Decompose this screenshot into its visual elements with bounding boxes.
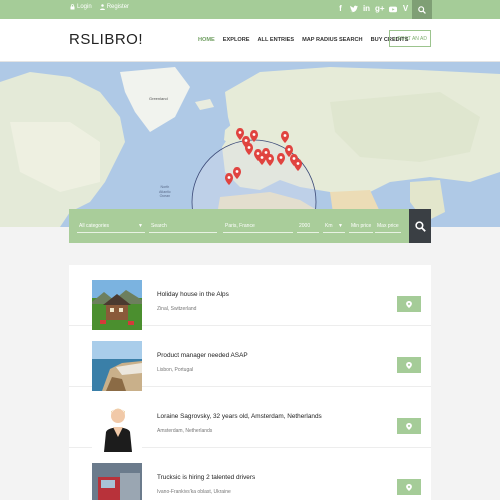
listing-thumbnail-coast[interactable] — [92, 341, 142, 391]
list-item[interactable]: Product manager needed ASAP Lisbon, Port… — [69, 326, 431, 391]
search-icon — [414, 220, 426, 232]
caret-down-icon: ▼ — [338, 223, 343, 229]
google-plus-icon[interactable]: g+ — [375, 3, 385, 15]
map-pin-icon — [406, 422, 412, 430]
max-price-input[interactable]: Max price — [375, 219, 401, 233]
social-links: f in g+ V — [336, 3, 410, 15]
map-pin-icon — [406, 300, 412, 308]
map-marker[interactable] — [294, 159, 302, 171]
list-item[interactable]: Holiday house in the Alps Zinal, Switzer… — [69, 265, 431, 330]
keyword-input[interactable]: Search — [149, 219, 217, 233]
show-on-map-button[interactable] — [397, 418, 421, 434]
listing-thumbnail-house[interactable] — [92, 280, 142, 330]
listing-title[interactable]: Product manager needed ASAP — [157, 352, 248, 359]
radius-input[interactable]: 2000 — [297, 219, 319, 233]
post-ad-button[interactable]: + POST AN AD — [389, 30, 431, 47]
map-marker[interactable] — [266, 154, 274, 166]
map-marker[interactable] — [233, 167, 241, 179]
nav-all-entries[interactable]: ALL ENTRIES — [258, 37, 295, 43]
site-header: RSLIBRO! HOME EXPLORE ALL ENTRIES MAP RA… — [0, 19, 500, 62]
listing-location: Zinal, Switzerland — [157, 306, 197, 312]
search-icon — [418, 5, 426, 14]
top-bar: Login Register f in g+ V — [0, 0, 500, 19]
unit-select[interactable]: Km ▼ — [323, 219, 345, 233]
lock-icon — [70, 4, 75, 10]
map-marker[interactable] — [258, 153, 266, 165]
login-link[interactable]: Login — [70, 4, 92, 10]
map-marker[interactable] — [245, 143, 253, 155]
youtube-icon[interactable] — [388, 3, 397, 15]
caret-down-icon: ▼ — [138, 223, 143, 229]
site-logo[interactable]: RSLIBRO! — [69, 31, 143, 48]
map-marker[interactable] — [250, 130, 258, 142]
min-price-input[interactable]: Min price — [349, 219, 373, 233]
search-submit-button[interactable] — [409, 209, 431, 243]
vimeo-icon[interactable]: V — [401, 3, 410, 15]
linkedin-icon[interactable]: in — [362, 3, 371, 15]
show-on-map-button[interactable] — [397, 296, 421, 312]
category-select[interactable]: All categories ▼ — [77, 219, 145, 233]
listing-title[interactable]: Holiday house in the Alps — [157, 291, 229, 298]
listing-location: Ivano-Frankivs'ka oblast, Ukraine — [157, 489, 231, 495]
nav-map-radius-search[interactable]: MAP RADIUS SEARCH — [302, 37, 363, 43]
user-icon — [99, 4, 105, 10]
listing-list: Holiday house in the Alps Zinal, Switzer… — [69, 265, 431, 500]
listing-title[interactable]: Trucksic is hiring 2 talented drivers — [157, 474, 255, 481]
main-nav: HOME EXPLORE ALL ENTRIES MAP RADIUS SEAR… — [198, 37, 408, 43]
auth-links: Login Register — [70, 4, 129, 10]
search-bar: All categories ▼ Search Paris, France 20… — [69, 209, 409, 243]
listing-location: Amsterdam, Netherlands — [157, 428, 213, 434]
list-item[interactable]: Trucksic is hiring 2 talented drivers Iv… — [69, 448, 431, 500]
map-marker[interactable] — [225, 173, 233, 185]
listing-thumbnail-person[interactable] — [92, 402, 142, 452]
show-on-map-button[interactable] — [397, 479, 421, 495]
map[interactable]: Greenland North Atlantic Ocean — [0, 62, 500, 227]
top-search-button[interactable] — [412, 0, 432, 19]
listing-thumbnail-truck[interactable] — [92, 463, 142, 500]
nav-explore[interactable]: EXPLORE — [223, 37, 250, 43]
register-link[interactable]: Register — [99, 4, 129, 10]
map-pin-icon — [406, 361, 412, 369]
show-on-map-button[interactable] — [397, 357, 421, 373]
location-input[interactable]: Paris, France — [223, 219, 293, 233]
map-pin-icon — [406, 483, 412, 491]
facebook-icon[interactable]: f — [336, 3, 345, 15]
nav-home[interactable]: HOME — [198, 37, 215, 43]
twitter-icon[interactable] — [349, 3, 358, 15]
map-marker[interactable] — [277, 153, 285, 165]
listing-title[interactable]: Loraine Sagrovsky, 32 years old, Amsterd… — [157, 413, 322, 420]
list-item[interactable]: Loraine Sagrovsky, 32 years old, Amsterd… — [69, 387, 431, 452]
listing-location: Lisbon, Portugal — [157, 367, 194, 373]
map-marker[interactable] — [281, 131, 289, 143]
